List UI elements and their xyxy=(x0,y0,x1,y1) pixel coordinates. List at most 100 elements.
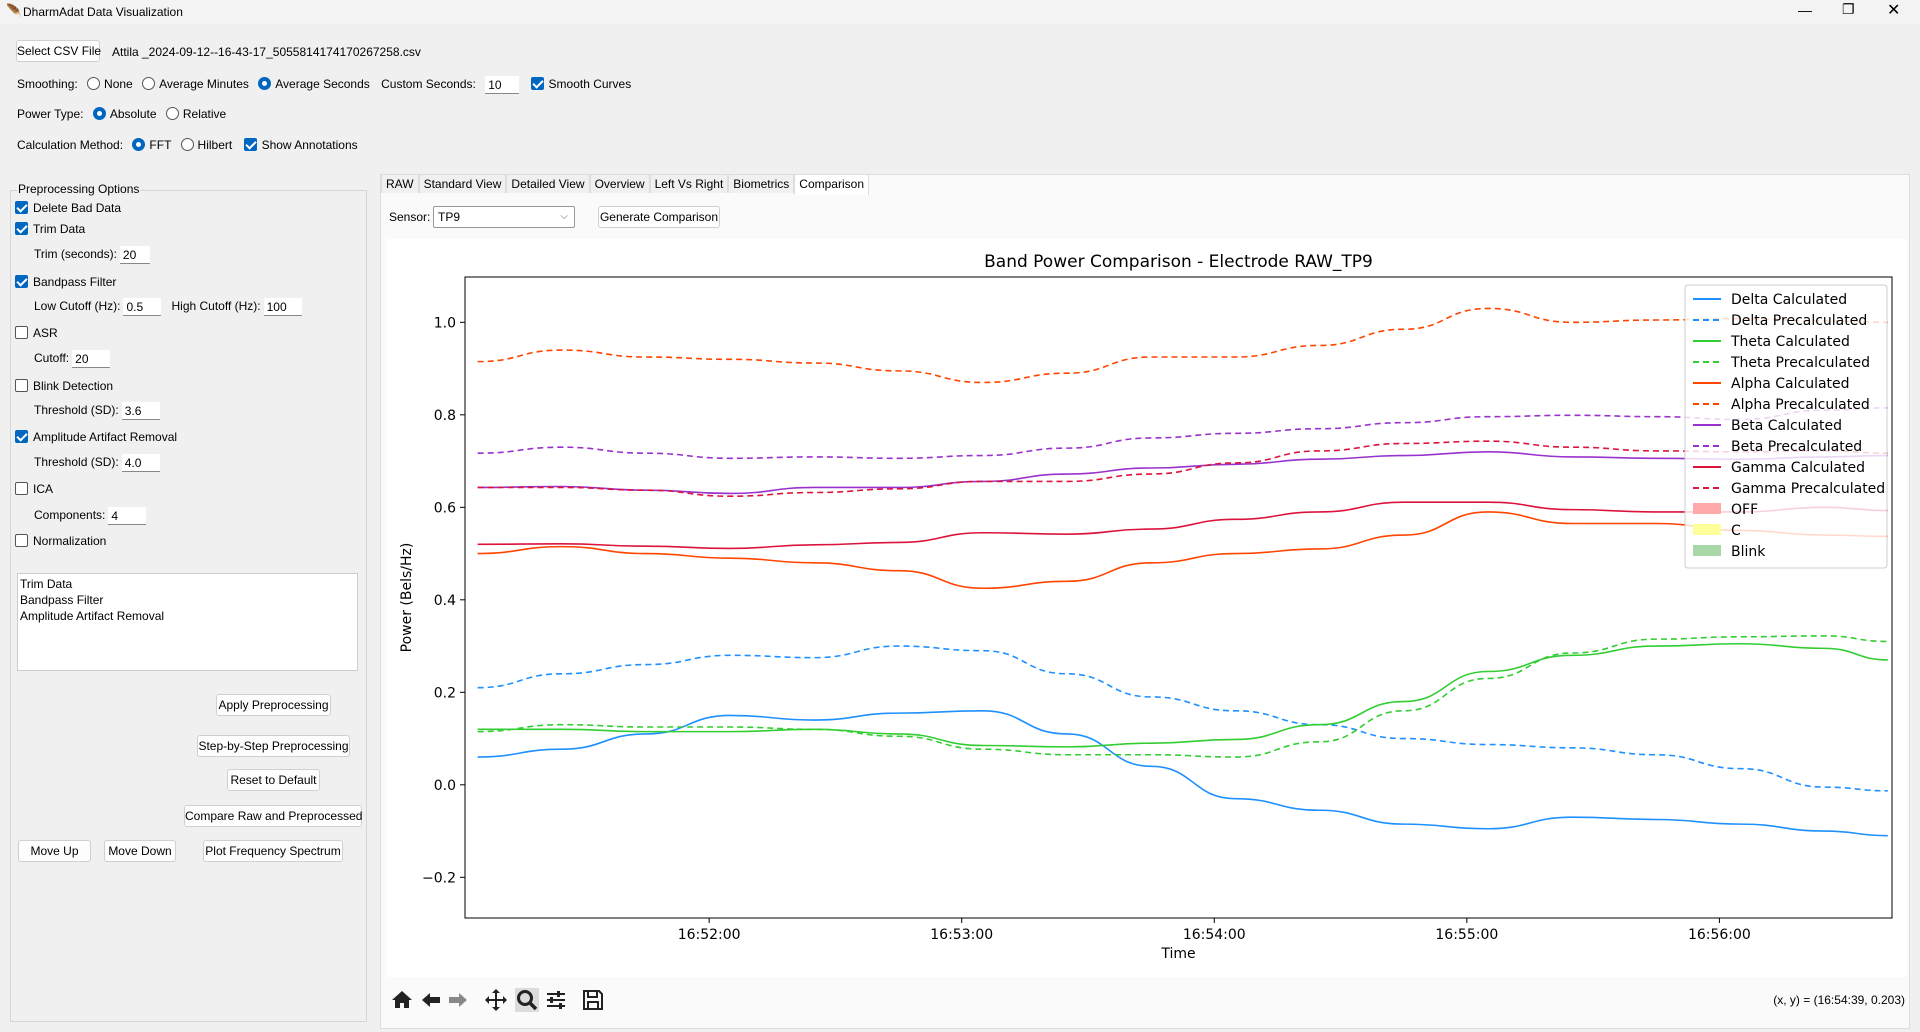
custom-seconds-input[interactable]: 10 xyxy=(485,76,520,94)
move-up-button[interactable]: Move Up xyxy=(18,840,91,862)
plot-frequency-button[interactable]: Plot Frequency Spectrum xyxy=(203,840,343,862)
legend-label: OFF xyxy=(1731,502,1758,518)
y-tick-label: 0.6 xyxy=(434,500,456,516)
legend-label: Delta Precalculated xyxy=(1731,313,1867,329)
tab-raw[interactable]: RAW xyxy=(381,174,419,193)
forward-icon[interactable] xyxy=(446,988,470,1012)
maximize-button[interactable]: ❐ xyxy=(1842,1,1855,18)
legend-swatch xyxy=(1693,503,1721,514)
x-tick-label: 16:52:00 xyxy=(678,927,741,943)
tab-standard-view[interactable]: Standard View xyxy=(418,174,507,193)
sensor-value: TP9 xyxy=(438,210,461,224)
ica-params: Components: 4 xyxy=(34,507,147,525)
delete_bad-checkbox[interactable] xyxy=(15,201,28,214)
param-label: Components: xyxy=(34,508,106,523)
x-axis-label: Time xyxy=(1160,946,1195,962)
list-item[interactable]: Trim Data xyxy=(20,576,355,592)
legend-label: C xyxy=(1731,523,1741,539)
radio-hilbert[interactable] xyxy=(180,138,194,151)
smooth-curves-label: Smooth Curves xyxy=(548,77,632,92)
tab-bar: RAW Standard View Detailed View Overview Lef… xyxy=(381,174,869,195)
low-value-input[interactable]: 0.5 xyxy=(123,298,162,316)
custom-seconds-label: Custom Seconds: xyxy=(381,77,476,92)
legend-label: Beta Calculated xyxy=(1731,418,1842,434)
tab-biometrics[interactable]: Biometrics xyxy=(728,174,795,193)
legend-label: Theta Calculated xyxy=(1730,334,1850,350)
reset-default-button[interactable]: Reset to Default xyxy=(227,769,320,791)
amp-row: Amplitude Artifact Removal xyxy=(15,430,177,444)
tab-overview[interactable]: Overview xyxy=(589,174,650,193)
legend-label: Blink xyxy=(1731,544,1766,560)
steps-listbox[interactable]: Trim Data Bandpass Filter Amplitude Arti… xyxy=(17,573,358,671)
power-type-label: Power Type: xyxy=(17,107,84,121)
comparison-chart[interactable]: Band Power Comparison - Electrode RAW_TP… xyxy=(387,239,1907,977)
generate-comparison-button[interactable]: Generate Comparison xyxy=(598,206,720,228)
high-value-input[interactable]: 100 xyxy=(263,298,302,316)
x-tick-label: 16:55:00 xyxy=(1435,927,1498,943)
x-tick-label: 16:53:00 xyxy=(930,927,993,943)
close-button[interactable]: ✕ xyxy=(1887,0,1900,20)
trim-value-input[interactable]: 20 xyxy=(119,246,150,264)
y-tick-label: 0.4 xyxy=(434,593,456,609)
chart-title: Band Power Comparison - Electrode RAW_TP… xyxy=(984,252,1373,272)
radio-relative[interactable] xyxy=(165,107,179,120)
save-icon[interactable] xyxy=(581,988,605,1012)
amp-value-input[interactable]: 4.0 xyxy=(121,454,160,472)
trim-checkbox[interactable] xyxy=(15,222,28,235)
radio-label: FFT xyxy=(149,138,172,152)
home-icon[interactable] xyxy=(390,988,414,1012)
smooth-curves-checkbox[interactable] xyxy=(530,77,544,91)
move-down-button[interactable]: Move Down xyxy=(104,840,176,862)
radio-fft[interactable] xyxy=(132,138,146,151)
bandpass-row: Bandpass Filter xyxy=(15,275,116,289)
trim-label: Trim Data xyxy=(33,222,86,236)
norm-checkbox[interactable] xyxy=(15,534,28,547)
x-tick-label: 16:54:00 xyxy=(1183,927,1246,943)
radio-none[interactable] xyxy=(87,77,101,91)
tab-detailed-view[interactable]: Detailed View xyxy=(506,174,590,193)
smoothing-label: Smoothing: xyxy=(17,77,78,92)
legend-swatch xyxy=(1693,545,1721,556)
back-icon[interactable] xyxy=(419,988,443,1012)
asr-value-input[interactable]: 20 xyxy=(72,350,111,368)
show-annotations-label: Show Annotations xyxy=(261,138,358,152)
delete_bad-row: Delete Bad Data xyxy=(15,201,121,215)
blink-row: Blink Detection xyxy=(15,379,113,393)
ica-value-input[interactable]: 4 xyxy=(108,507,147,525)
cursor-coordinates: (x, y) = (16:54:39, 0.203) xyxy=(1773,993,1905,1007)
tab-comparison[interactable]: Comparison xyxy=(794,174,869,195)
sensor-combobox[interactable]: TP9 ⌵ xyxy=(433,206,575,228)
trim-params: Trim (seconds): 20 xyxy=(34,246,150,264)
radio-absolute[interactable] xyxy=(92,107,106,120)
asr-row: ASR xyxy=(15,326,58,340)
param-label: Trim (seconds): xyxy=(34,247,117,262)
list-item[interactable]: Bandpass Filter xyxy=(20,592,355,608)
configure-icon[interactable] xyxy=(544,988,568,1012)
x-tick-label: 16:56:00 xyxy=(1688,927,1751,943)
bandpass-checkbox[interactable] xyxy=(15,275,28,288)
select-csv-button[interactable]: Select CSV File xyxy=(16,40,101,62)
blink-checkbox[interactable] xyxy=(15,379,28,392)
param-label: Cutoff: xyxy=(34,351,70,366)
asr-checkbox[interactable] xyxy=(15,326,28,339)
compare-raw-button[interactable]: Compare Raw and Preprocessed xyxy=(184,805,362,827)
blink-value-input[interactable]: 3.6 xyxy=(121,402,160,420)
radio-average-seconds[interactable] xyxy=(258,77,272,91)
minimize-button[interactable]: — xyxy=(1798,2,1812,18)
zoom-icon[interactable] xyxy=(515,988,539,1012)
show-annotations-checkbox[interactable] xyxy=(243,138,257,151)
apply-preprocessing-button[interactable]: Apply Preprocessing xyxy=(216,694,331,716)
pan-icon[interactable] xyxy=(484,988,508,1012)
smoothing-row: Smoothing: None Average Minutes Average … xyxy=(17,76,631,94)
step-by-step-button[interactable]: Step-by-Step Preprocessing xyxy=(197,735,350,757)
list-item[interactable]: Amplitude Artifact Removal xyxy=(20,608,355,624)
amp-checkbox[interactable] xyxy=(15,430,28,443)
tab-left-vs-right[interactable]: Left Vs Right xyxy=(649,174,729,193)
y-tick-label: 0.8 xyxy=(434,408,456,424)
y-tick-label: −0.2 xyxy=(422,870,456,886)
y-tick-label: 1.0 xyxy=(434,315,456,331)
window-title: DharmAdat Data Visualization xyxy=(23,5,183,19)
trim-row: Trim Data xyxy=(15,222,85,236)
ica-checkbox[interactable] xyxy=(15,482,28,495)
radio-average-minutes[interactable] xyxy=(142,77,156,91)
